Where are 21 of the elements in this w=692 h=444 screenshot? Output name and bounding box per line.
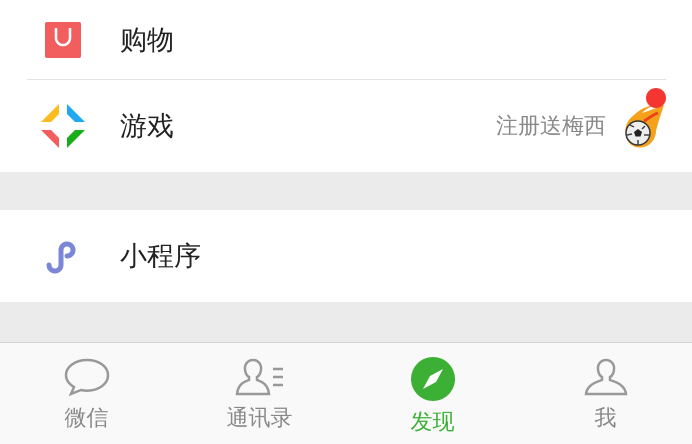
menu-item[interactable]: 游戏 注册送梅西: [0, 80, 692, 172]
shopping-bag-icon: [45, 22, 81, 58]
tab-label: 我: [594, 405, 616, 433]
tab-label: 微信: [64, 405, 108, 433]
game-center-icon: [39, 102, 87, 150]
tab[interactable]: 我: [519, 343, 692, 444]
tab[interactable]: 微信: [0, 343, 173, 444]
tab[interactable]: 通讯录: [173, 343, 346, 444]
item-label: 游戏: [120, 110, 175, 144]
tab-label: 发现: [410, 409, 454, 437]
compass-icon: [410, 357, 454, 401]
tab-label: 通讯录: [226, 405, 292, 433]
menu-item[interactable]: 购物: [0, 0, 692, 79]
contacts-icon: [234, 357, 284, 397]
chat-bubble-icon: [62, 357, 110, 397]
person-icon: [584, 357, 628, 397]
item-label: 购物: [120, 24, 175, 58]
menu-item[interactable]: 小程序: [0, 210, 692, 302]
promo-text: 注册送梅西: [496, 113, 606, 141]
item-label: 小程序: [120, 240, 202, 274]
tab[interactable]: 发现: [346, 343, 519, 444]
